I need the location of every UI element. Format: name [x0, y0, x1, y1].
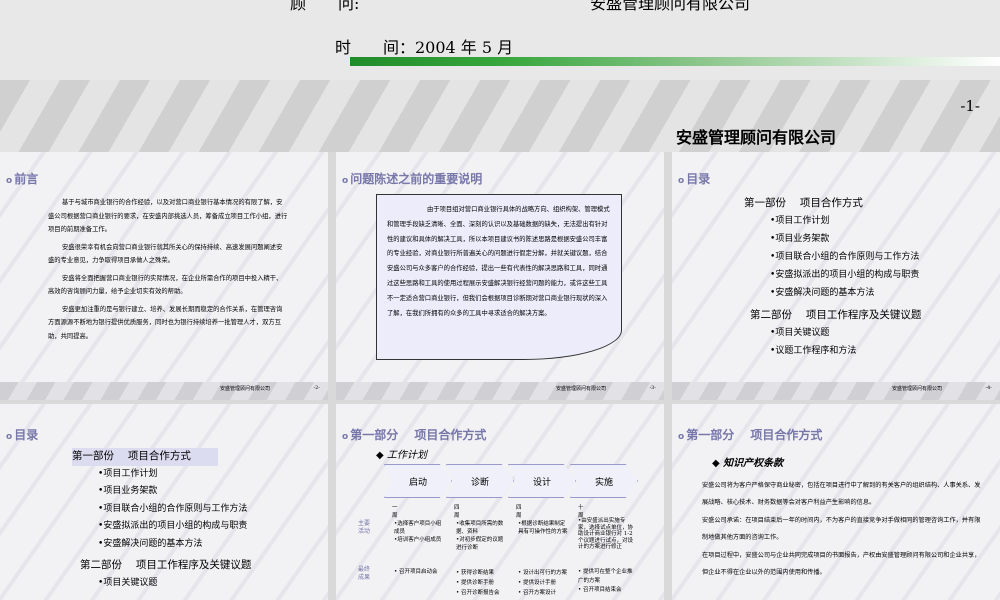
slide-title: o 问题陈述之前的重要说明: [342, 172, 483, 186]
bullet-icon: o: [678, 176, 685, 186]
step-start: 启动: [384, 464, 452, 498]
toc-item: •安盛解决问题的基本方法: [98, 538, 203, 549]
toc-item: •项目业务架款: [98, 486, 158, 496]
bullet-icon: o: [678, 432, 685, 442]
toc-item: •安盛拟派出的项目小组的构成与职责: [98, 521, 248, 531]
slide-4[interactable]: o 目录 第一部份 项目合作方式 •项目工作计划 •项目业务架款 •项目联合小组的…: [672, 152, 1000, 400]
bullet-icon: o: [6, 432, 13, 442]
table-of-contents: 第一部份 项目合作方式 •项目工作计划 •项目业务架款 •项目联合小组的合作原则…: [744, 194, 921, 360]
document-shape: 由于项目组对营口商业银行具体的战略方向、组织构架、管理模式和管理手段缺乏清晰、全…: [376, 194, 622, 360]
slide-2[interactable]: o 前言 基于与城市商业银行的合作经验，以及对营口商业银行基本情况的有限了解，安盛…: [0, 152, 328, 400]
bullet-icon: o: [342, 176, 349, 186]
toc-item: •安盛拟派出的项目小组的构成与职责: [770, 270, 920, 280]
step-diagnose: 诊断: [446, 464, 514, 498]
preface-text: 基于与城市商业银行的合作经验，以及对营口商业银行基本情况的有限了解，安盛公司根据…: [48, 199, 288, 340]
green-gradient-bar: [350, 57, 1000, 66]
slide-footer: 安盛管理顾问有限公司 -4-: [672, 382, 1000, 400]
bullet-icon: o: [342, 432, 349, 442]
slide-title: o 目录: [678, 172, 711, 186]
slide-footer: 安盛管理顾问有限公司 -2-: [0, 382, 328, 400]
table-of-contents: 第一部份 项目合作方式 •项目工作计划 •项目业务架款 •项目联合小组的合作原则…: [72, 448, 251, 592]
slide-6[interactable]: o 第一部分 项目合作方式 ◆ 工作计划 启动 诊断 设计 实施 一 周 四 周 …: [336, 404, 664, 600]
toc-item: •项目工作计划: [770, 216, 830, 226]
slide-5[interactable]: o 目录 第一部份 项目合作方式 •项目工作计划 •项目业务架款 •项目联合小组的…: [0, 404, 328, 600]
company-name: 安盛管理顾问有限公司: [676, 128, 837, 147]
row-label-results: 最终 成果: [358, 566, 371, 581]
toc-item: •项目工作计划: [98, 468, 158, 479]
toc-item: •项目联合小组的合作原则与工作方法: [98, 503, 248, 514]
step-implement: 实施: [570, 464, 638, 498]
slide-title: o 目录: [6, 428, 39, 442]
slide-title: o 第一部分 项目合作方式: [342, 428, 487, 442]
toc-item: •议题工作程序和方法: [770, 346, 857, 356]
ip-clause-text: 安盛公司将为客户严格保守商业秘密，包括在项目进行中了解到的有关客户的组织结构、人…: [702, 482, 981, 576]
row-label-activities: 主要 活动: [358, 520, 371, 535]
time-label: 时 间：2004 年 5 月: [335, 38, 514, 57]
slide-1: -1- 安盛管理顾问有限公司: [0, 80, 1000, 152]
advisor-label: 顾 问:: [290, 0, 360, 13]
toc-item: •项目关键议题: [770, 328, 830, 338]
explanation-text: 由于项目组对营口商业银行具体的战略方向、组织构架、管理模式和管理手段缺乏清晰、全…: [387, 206, 610, 317]
advisor-value: 安盛管理顾问有限公司: [590, 0, 751, 13]
slide-footer: 安盛管理顾问有限公司 -3-: [336, 382, 664, 400]
subtitle: ◆ 知识产权条款: [712, 458, 784, 469]
cover-strip: 顾 问: 安盛管理顾问有限公司 时 间：2004 年 5 月: [0, 0, 1000, 80]
slide-7[interactable]: o 第一部分 项目合作方式 ◆ 知识产权条款 安盛公司将为客户严格保守商业秘密，包…: [672, 404, 1000, 600]
toc-item: •安盛解决问题的基本方法: [770, 288, 875, 298]
slide-title: o 前言: [6, 172, 39, 186]
bullet-icon: o: [6, 176, 13, 186]
toc-item: •项目业务架款: [770, 234, 830, 244]
step-design: 设计: [508, 464, 576, 498]
subtitle: ◆ 工作计划: [376, 450, 427, 461]
toc-item: •项目联合小组的合作原则与工作方法: [770, 252, 920, 262]
slide-title: o 第一部分 项目合作方式: [678, 428, 823, 442]
slide-3[interactable]: o 问题陈述之前的重要说明 由于项目组对营口商业银行具体的战略方向、组织构架、管理…: [336, 152, 664, 400]
page-number: -1-: [960, 97, 980, 115]
toc-item: •项目关键议题: [98, 577, 158, 588]
